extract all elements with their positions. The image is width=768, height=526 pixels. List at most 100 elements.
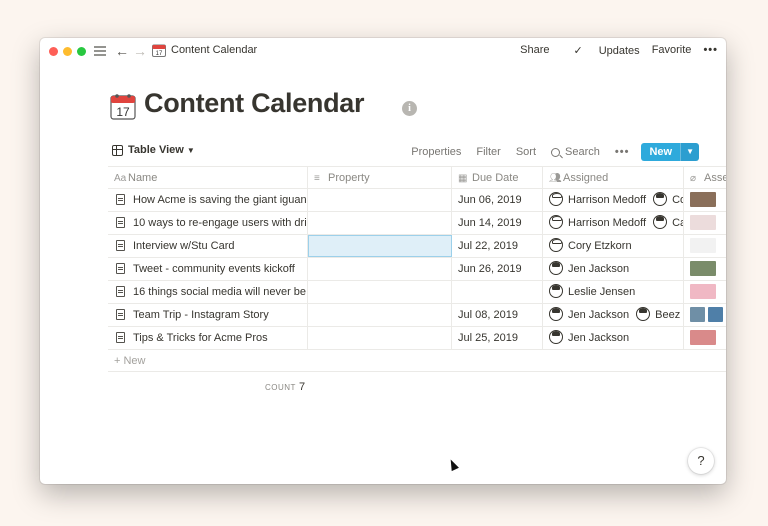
document-icon [116,194,125,205]
assets-cell[interactable] [684,212,726,234]
table-row[interactable]: How Acme is saving the giant iguana Jun … [108,189,726,212]
table-row[interactable]: Team Trip - Instagram Story Jul 08, 2019… [108,304,726,327]
assigned-cell[interactable]: Jen Jackson Beez [543,304,684,326]
name-cell[interactable]: How Acme is saving the giant iguana [108,189,308,211]
avatar [653,192,668,206]
assignee[interactable]: Cory Etzkorn [549,238,632,252]
assigned-cell[interactable]: Harrison Medoff Co [543,189,684,211]
name-cell[interactable]: Team Trip - Instagram Story [108,304,308,326]
property-cell[interactable] [308,258,452,280]
column-header-property[interactable]: ≡ Property [308,167,452,189]
column-header-due-date[interactable]: ▦ Due Date [452,167,543,189]
assets-cell[interactable] [684,281,726,303]
assigned-cell[interactable]: Jen Jackson [543,327,684,349]
back-arrow-icon[interactable]: ← [114,43,130,59]
search-icon [551,147,561,157]
more-options-icon[interactable]: ••• [615,146,630,158]
column-header-assets[interactable]: ⌀ Asse [684,167,726,189]
property-cell[interactable] [308,189,452,211]
asset-thumbnail[interactable] [690,192,716,207]
help-button[interactable]: ? [688,448,714,474]
property-cell[interactable] [308,235,452,257]
column-header-assigned[interactable]: 👥︎Assigned [543,167,684,189]
favorite-button[interactable]: Favorite [652,44,692,57]
name-cell[interactable]: Tweet - community events kickoff [108,258,308,280]
assignee[interactable]: Jen Jackson [549,261,629,275]
assets-cell[interactable] [684,327,726,349]
table-icon [112,144,123,156]
due-date-cell[interactable]: Jun 06, 2019 [452,189,543,211]
property-cell[interactable] [308,304,452,326]
name-cell[interactable]: 10 ways to re-engage users with drip [108,212,308,234]
column-header-name[interactable]: Aa Name [108,167,308,189]
sort-button[interactable]: Sort [516,142,536,162]
view-selector[interactable]: Table View ▼ [112,144,195,156]
assigned-cell[interactable]: Harrison Medoff Ca [543,212,684,234]
property-cell[interactable] [308,212,452,234]
calendar-page-icon[interactable]: 17 [110,93,136,120]
asset-thumbnail[interactable] [690,307,705,322]
filter-button[interactable]: Filter [476,142,500,162]
asset-thumbnail[interactable] [690,238,716,253]
due-date-cell[interactable]: Jul 08, 2019 [452,304,543,326]
asset-thumbnail[interactable] [690,215,716,230]
add-new-row[interactable]: + New [108,350,726,372]
breadcrumb[interactable]: Content Calendar [171,44,257,56]
asset-thumbnail[interactable] [690,284,716,299]
table-row[interactable]: 16 things social media will never be a L… [108,281,726,304]
updates-button[interactable]: ✓ Updates [561,44,639,57]
assignee[interactable]: Jen Jackson [549,307,629,321]
document-icon [116,309,125,320]
page-title[interactable]: Content Calendar [144,88,365,119]
properties-button[interactable]: Properties [411,142,461,162]
name-cell[interactable]: Tips & Tricks for Acme Pros [108,327,308,349]
avatar [549,284,563,298]
due-date-cell[interactable]: Jun 26, 2019 [452,258,543,280]
due-date-cell[interactable] [452,281,543,303]
asset-thumbnail[interactable] [690,261,716,276]
forward-arrow-icon[interactable]: → [132,43,148,59]
assignee[interactable]: Ca [653,215,683,229]
assignee[interactable]: Harrison Medoff [549,192,646,206]
maximize-window-button[interactable] [77,47,86,56]
new-button-label[interactable]: New [641,143,681,161]
table-row[interactable]: Tweet - community events kickoff Jun 26,… [108,258,726,281]
assignee[interactable]: Co [653,192,683,206]
property-cell[interactable] [308,281,452,303]
search-button[interactable]: Search [551,146,600,158]
more-options-icon[interactable]: ••• [703,44,718,57]
table-row[interactable]: Tips & Tricks for Acme Pros Jul 25, 2019… [108,327,726,350]
due-date-cell[interactable]: Jul 25, 2019 [452,327,543,349]
check-icon: ✓ [573,45,583,57]
document-icon [116,332,125,343]
assets-cell[interactable] [684,235,726,257]
asset-thumbnail[interactable] [708,307,723,322]
new-button[interactable]: New ▼ [641,143,699,161]
assets-cell[interactable] [684,258,726,280]
table-row[interactable]: Interview w/Stu Card Jul 22, 2019 Cory E… [108,235,726,258]
due-date-cell[interactable]: Jul 22, 2019 [452,235,543,257]
due-date-cell[interactable]: Jun 14, 2019 [452,212,543,234]
assets-cell[interactable] [684,189,726,211]
assigned-cell[interactable]: Jen Jackson [543,258,684,280]
share-button[interactable]: Share [520,44,549,57]
asset-thumbnail[interactable] [690,330,716,345]
assets-cell[interactable] [684,304,726,326]
info-icon[interactable]: i [402,101,417,116]
assigned-cell[interactable]: Leslie Jensen [543,281,684,303]
chevron-down-icon[interactable]: ▼ [680,143,699,161]
assignee[interactable]: Harrison Medoff [549,215,646,229]
name-cell[interactable]: 16 things social media will never be a [108,281,308,303]
assigned-cell[interactable]: Cory Etzkorn [543,235,684,257]
avatar [549,261,563,275]
assignee[interactable]: Jen Jackson [549,330,629,344]
close-window-button[interactable] [49,47,58,56]
table-row[interactable]: 10 ways to re-engage users with drip Jun… [108,212,726,235]
minimize-window-button[interactable] [63,47,72,56]
name-cell[interactable]: Interview w/Stu Card [108,235,308,257]
property-cell[interactable] [308,327,452,349]
assignee[interactable]: Leslie Jensen [549,284,635,298]
assignee[interactable]: Beez [636,307,680,321]
avatar [653,215,668,229]
hamburger-menu-icon[interactable] [92,43,108,59]
